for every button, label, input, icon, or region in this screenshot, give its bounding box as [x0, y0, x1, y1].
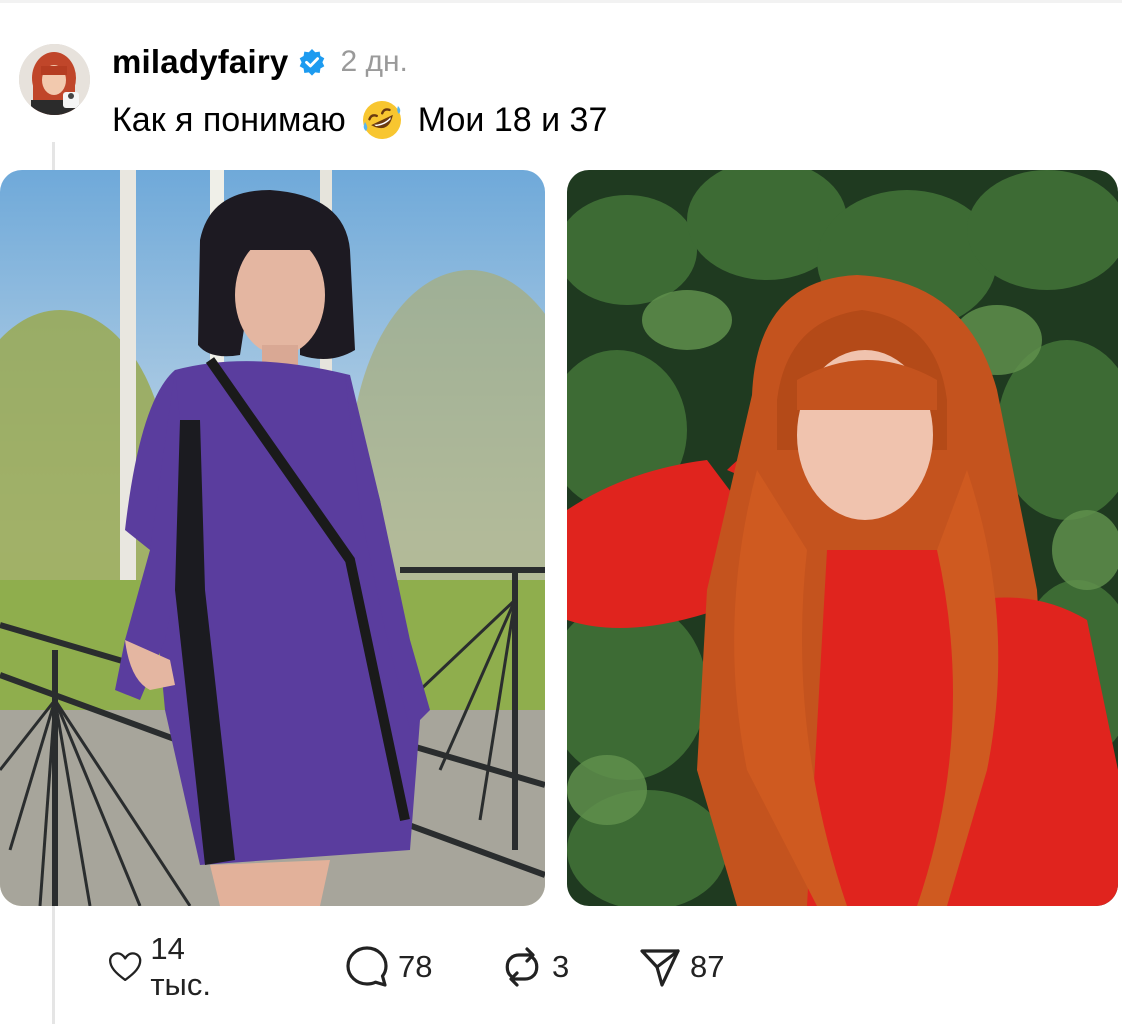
repost-icon — [505, 947, 539, 987]
share-button[interactable]: 87 — [638, 940, 724, 994]
comment-count: 78 — [398, 949, 433, 984]
rofl-emoji-icon — [362, 101, 401, 139]
top-divider — [0, 0, 1122, 3]
photo-left[interactable] — [0, 170, 545, 906]
post-caption: Как я понимаю Мои 18 и 37 — [112, 98, 607, 142]
repost-button[interactable]: 3 — [500, 940, 569, 994]
comment-button[interactable]: 78 — [344, 940, 432, 994]
photo-right[interactable] — [567, 170, 1118, 906]
comment-icon — [346, 946, 388, 987]
share-icon — [640, 949, 680, 987]
photo-left-image — [0, 170, 545, 906]
post-header: miladyfairy 2 дн. — [112, 40, 408, 84]
username[interactable]: miladyfairy — [112, 43, 288, 81]
photo-right-image — [567, 170, 1118, 906]
like-count: 14 тыс. — [150, 931, 211, 1002]
post-timestamp: 2 дн. — [340, 45, 408, 78]
avatar[interactable] — [19, 44, 90, 115]
verified-badge-icon — [300, 49, 325, 76]
heart-icon — [109, 952, 142, 982]
caption-text-after: Мои 18 и 37 — [417, 100, 608, 139]
repost-count: 3 — [552, 949, 570, 984]
caption-text-before: Как я понимаю — [112, 100, 346, 139]
like-button[interactable]: 14 тыс. — [108, 931, 225, 1002]
share-count: 87 — [690, 949, 725, 984]
